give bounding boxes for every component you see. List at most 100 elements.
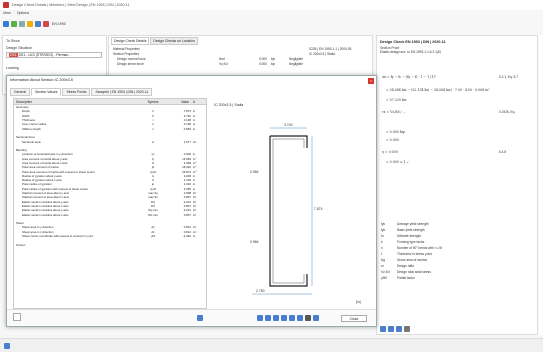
side-ref-3: 6.4.8 [499, 150, 507, 154]
menu-view[interactable]: View [3, 11, 11, 18]
loading-label: Loading [6, 66, 19, 70]
side-ref-1: 5.2.1, Eq. 5.7 [499, 75, 518, 79]
to-show-label: To Show [6, 39, 20, 43]
design-check-title: Design Check EN 1993 | DIN | 2020-11 [380, 40, 446, 44]
right-pane-toolbar [380, 326, 410, 332]
zoom-icon[interactable] [396, 326, 402, 332]
legend-symbol: Ag [381, 258, 385, 262]
tab-general[interactable]: General [10, 88, 31, 96]
tab-design-checks-on-location[interactable]: Design Checks on Location [150, 37, 198, 45]
close-button[interactable]: Close [341, 315, 367, 322]
legend-description: Design ratio [397, 264, 415, 268]
tab-design-check-details[interactable]: Design Check Details [111, 37, 150, 45]
dim-left-value: 0.984 [250, 170, 259, 174]
col-value: Value [181, 99, 189, 104]
filter-icon[interactable] [11, 20, 17, 27]
table-options-icon[interactable] [197, 315, 203, 321]
table-row[interactable]: Stiffener depth c 0.984 in [14, 126, 206, 131]
col-symbol: Symbol [147, 99, 159, 104]
legend-symbol: k [381, 240, 383, 244]
legend-description: Number of 90° bends with r ≤ 5t [397, 246, 442, 250]
settings-icon[interactable] [404, 326, 410, 332]
row-value: -2.462 [182, 234, 191, 239]
menu-bar: View Options [0, 11, 29, 18]
side-ref-2: 0.1926, Eq. [499, 110, 516, 114]
col-unit: U [193, 99, 196, 104]
equation-8: = 0.000 ≤ 1 ✓ [386, 160, 410, 164]
row-unit: in [193, 126, 196, 131]
view-points-icon[interactable] [289, 315, 295, 321]
detail-tabs: Design Check Details Design Checks on Lo… [109, 36, 372, 46]
legend-description: Thickness in stress point [397, 252, 432, 256]
print-drawing-icon[interactable] [305, 315, 311, 321]
app-logo-icon [3, 2, 9, 8]
drawing-label: IC 200x3.5 | Stalia [214, 103, 243, 107]
table-icon[interactable] [35, 20, 41, 27]
row-symbol: A [152, 139, 154, 144]
warning-icon[interactable] [43, 20, 49, 27]
view-stress-icon[interactable] [281, 315, 287, 321]
export-icon[interactable] [388, 326, 394, 332]
far-right-strip [539, 35, 543, 335]
row-symbol: yM [151, 234, 155, 239]
equation-1: σx = fy − fc − (fy − f) · 1 − 1 (1)² [382, 75, 436, 79]
legend-description: Gross area of section [397, 258, 428, 262]
design-normal-force-label: Design normal force [117, 57, 146, 61]
view-dims-icon[interactable] [265, 315, 271, 321]
equation-4: τz = Vz,Ed / ... [382, 110, 406, 114]
legend-symbol: γM0 [381, 276, 388, 280]
row-description: Sectional area [22, 139, 41, 144]
row-description: Torsion [16, 242, 26, 247]
row-symbol: c [152, 126, 154, 131]
design-shear-force-note: Negligible [289, 62, 303, 66]
design-situation-select[interactable]: DS1 DS1 - ULS (STR/GEO) - Perman... [6, 52, 102, 58]
tab-section-values[interactable]: Section Values [31, 88, 62, 96]
row-unit: in³ [193, 212, 197, 217]
material-properties-value: S235 | EN 1993-1-1 | 2005-05 [309, 47, 352, 51]
material-properties-label[interactable]: Material Properties [113, 47, 140, 51]
view-axes-icon[interactable] [273, 315, 279, 321]
window-title: Design Check Details | Members | Steel D… [12, 3, 130, 7]
legend-symbol: fyb [381, 228, 386, 232]
result-icon[interactable] [27, 20, 33, 27]
print-icon[interactable] [380, 326, 386, 332]
view-grid-icon[interactable] [297, 315, 303, 321]
tab-standard[interactable]: Sanqmbl | EN 1993 | DIN | 2020-11 [91, 88, 153, 96]
section-drawing-panel: IC 200x3.5 | Stalia 3.740 7.874 0.984 0.… [212, 98, 372, 309]
row-description: Elastic section modulus about z-axis [22, 212, 69, 217]
legend-description: Ultimate strength [397, 234, 422, 238]
tab-stress-points[interactable]: Stress Points [62, 88, 91, 96]
info-icon[interactable] [4, 343, 10, 349]
drawing-unit: [in] [356, 300, 361, 304]
equation-7: η = 0.000 [382, 150, 398, 154]
dialog-help-icon[interactable] [13, 313, 21, 321]
dialog-close-icon[interactable]: × [368, 78, 374, 84]
design-situation-tag: DS1 [9, 53, 18, 57]
table-row[interactable]: Elastic section modulus about z-axis Wz,m… [14, 212, 206, 217]
section-top-flange [270, 135, 308, 148]
row-unit: in [193, 234, 196, 239]
row-value: 0.867 [183, 212, 191, 217]
row-value: 1.577 [183, 139, 191, 144]
row-description: Stiffener depth [22, 126, 41, 131]
title-bar: Design Check Details | Members | Steel D… [0, 0, 543, 10]
table-row[interactable]: Sectional area A 1.577 in² [14, 139, 206, 144]
table-body: Geometry Depth h 7.874 in Width b 3.740 in Thickn… [14, 105, 206, 247]
table-section-row[interactable]: Torsion [14, 243, 206, 247]
view-front-icon[interactable] [257, 315, 263, 321]
select-icon[interactable] [3, 20, 9, 27]
app-window: Design Check Details | Members | Steel D… [0, 0, 543, 352]
legend-description: Basic yield strength [397, 228, 425, 232]
equation-5: = 0.000 kip [386, 130, 405, 134]
menu-options[interactable]: Options [17, 11, 29, 18]
dim-height-value: 7.874 [314, 207, 323, 211]
drawing-settings-icon[interactable] [313, 315, 319, 321]
status-bar [0, 338, 543, 352]
section-properties-label[interactable]: Section Properties [113, 52, 139, 56]
row-value: 0.984 [183, 126, 191, 131]
design-situation-label: Design Situation [6, 46, 33, 50]
view-icon[interactable] [19, 20, 25, 27]
design-shear-force-value: 0.000 [259, 62, 267, 66]
dialog-bottom-bar [7, 309, 376, 325]
table-row[interactable]: Shear center coordinate with respect to … [14, 234, 206, 238]
